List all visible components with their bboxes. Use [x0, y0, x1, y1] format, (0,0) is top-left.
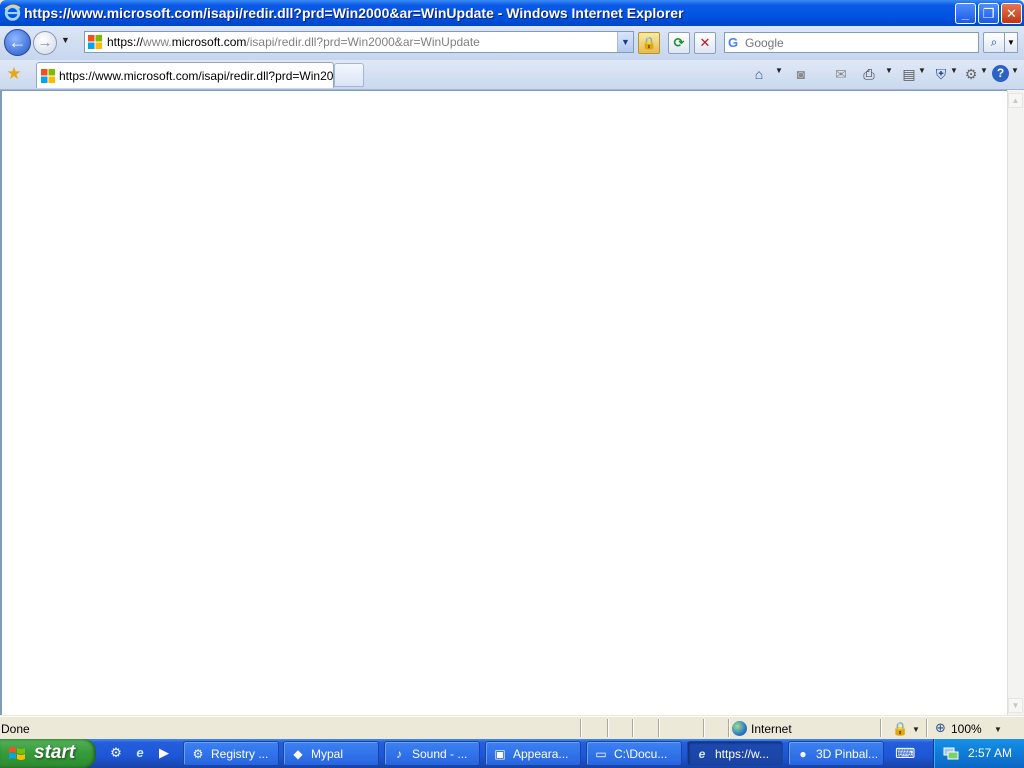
new-tab-button[interactable]: [334, 63, 364, 87]
print-dropdown[interactable]: ▼: [885, 66, 893, 75]
safety-dropdown[interactable]: ▼: [950, 66, 958, 75]
taskbar-button-mypal[interactable]: ◆ Mypal: [283, 741, 379, 766]
status-divider: [632, 719, 634, 737]
protected-mode-dropdown[interactable]: ▼: [912, 725, 920, 734]
mail-icon[interactable]: ✉: [832, 64, 850, 84]
refresh-button[interactable]: ⟳: [668, 32, 690, 54]
url-prefix: www.: [143, 35, 172, 49]
taskbar-button-pinball[interactable]: ● 3D Pinbal...: [788, 741, 884, 766]
keyboard-language-icon[interactable]: ⌨: [895, 744, 915, 762]
print-icon[interactable]: ⎙: [860, 64, 878, 84]
tab-active[interactable]: https://www.microsoft.com/isapi/redir.dl…: [36, 62, 343, 88]
scroll-down-button[interactable]: ▼: [1008, 698, 1023, 713]
status-text: Done: [1, 722, 30, 736]
search-options-dropdown[interactable]: ▼: [1005, 32, 1018, 53]
ie-icon: e: [698, 747, 706, 761]
vertical-scrollbar[interactable]: [1007, 90, 1024, 715]
ie-quicklaunch-icon[interactable]: e: [131, 744, 149, 762]
taskbar-button-ie[interactable]: e https://w...: [687, 741, 783, 766]
clock[interactable]: 2:57 AM: [968, 746, 1012, 760]
task-label: Registry ...: [211, 747, 269, 761]
tools-dropdown[interactable]: ▼: [980, 66, 988, 75]
home-icon[interactable]: ⌂: [750, 64, 768, 84]
status-divider: [607, 719, 609, 737]
status-divider: [703, 719, 705, 737]
zoom-level[interactable]: 100%: [951, 722, 982, 736]
appearance-icon: ▣: [494, 747, 506, 761]
google-logo-icon: G: [728, 35, 739, 50]
page-content[interactable]: [0, 90, 1007, 715]
help-icon[interactable]: ?: [992, 65, 1009, 82]
taskbar-button-sound[interactable]: ♪ Sound - ...: [384, 741, 480, 766]
folder-icon: ▭: [595, 747, 607, 761]
home-dropdown[interactable]: ▼: [775, 66, 783, 75]
address-dropdown-button[interactable]: ▼: [617, 32, 633, 52]
search-input[interactable]: [745, 34, 975, 51]
task-label: https://w...: [715, 747, 770, 761]
search-box[interactable]: G: [724, 32, 979, 53]
sound-icon: ♪: [396, 747, 402, 761]
taskbar-button-registry[interactable]: ⚙ Registry ...: [183, 741, 279, 766]
scroll-up-button[interactable]: ▲: [1008, 93, 1023, 108]
security-zone-label: Internet: [751, 722, 792, 736]
tools-icon[interactable]: ⚙: [962, 64, 980, 84]
start-label: start: [34, 742, 76, 763]
navigation-bar: ← → ▼ https://www.microsoft.com/isapi/re…: [0, 26, 1024, 60]
page-icon[interactable]: ▤: [900, 64, 918, 84]
recent-pages-dropdown[interactable]: ▼: [61, 35, 70, 45]
page-dropdown[interactable]: ▼: [918, 66, 926, 75]
address-bar[interactable]: https://www.microsoft.com/isapi/redir.dl…: [84, 31, 634, 53]
internet-zone-icon: [732, 721, 747, 736]
microsoft-logo-icon: [88, 35, 102, 49]
title-bar[interactable]: https://www.microsoft.com/isapi/redir.dl…: [0, 0, 1024, 26]
pinball-icon: ●: [799, 747, 807, 761]
network-tray-icon[interactable]: [943, 745, 959, 761]
status-divider: [728, 719, 730, 737]
favorites-star-icon[interactable]: ★: [4, 64, 24, 84]
tab-bar: ★ https://www.microsoft.com/isapi/redir.…: [0, 60, 1024, 90]
stop-button[interactable]: ✕: [694, 32, 716, 54]
taskbar-button-documents[interactable]: ▭ C:\Docu...: [586, 741, 682, 766]
task-label: Sound - ...: [412, 747, 468, 761]
registry-icon: ⚙: [192, 747, 204, 761]
back-button[interactable]: ←: [4, 29, 31, 56]
status-divider: [658, 719, 660, 737]
zoom-icon[interactable]: ⊕: [935, 720, 946, 736]
safety-icon[interactable]: ⛨: [932, 64, 950, 84]
search-button[interactable]: ⌕: [983, 32, 1005, 53]
minimize-button[interactable]: _: [955, 3, 976, 24]
protected-mode-icon[interactable]: 🔒: [892, 721, 908, 737]
start-button[interactable]: start: [0, 739, 96, 768]
task-label: C:\Docu...: [614, 747, 668, 761]
close-button[interactable]: ✕: [1001, 3, 1022, 24]
media-player-icon[interactable]: ▶: [155, 744, 173, 762]
url-domain: microsoft.com: [171, 35, 247, 49]
feeds-icon[interactable]: ◙: [792, 64, 810, 84]
task-label: Appeara...: [513, 747, 569, 761]
status-divider: [580, 719, 582, 737]
task-label: Mypal: [311, 747, 344, 761]
forward-button[interactable]: →: [33, 31, 57, 55]
zoom-dropdown[interactable]: ▼: [994, 725, 1002, 734]
status-divider: [880, 719, 882, 737]
window-title: https://www.microsoft.com/isapi/redir.dl…: [24, 5, 684, 21]
mypal-icon: ◆: [293, 747, 303, 761]
status-divider: [926, 719, 928, 737]
taskbar-button-appearance[interactable]: ▣ Appeara...: [485, 741, 581, 766]
taskbar: start ⚙ e ▶ ⚙ Registry ... ◆ Mypal ♪ Sou…: [0, 739, 1024, 768]
url-path: /isapi/redir.dll?prd=Win2000&ar=WinUpdat…: [246, 35, 480, 49]
tab-label: https://www.microsoft.com/isapi/redir.dl…: [59, 69, 344, 83]
task-label: 3D Pinbal...: [816, 747, 879, 761]
url-scheme: https://: [107, 35, 144, 49]
microsoft-logo-icon: [41, 69, 55, 83]
restore-button[interactable]: ❐: [978, 3, 999, 24]
status-bar: Done Internet 🔒 ▼ ⊕ 100% ▼: [0, 716, 1024, 739]
windows-flag-icon: [9, 747, 25, 760]
windows-update-icon[interactable]: ⚙: [107, 744, 125, 762]
system-tray: 2:57 AM: [933, 739, 1024, 768]
help-dropdown[interactable]: ▼: [1011, 66, 1019, 75]
security-lock-icon[interactable]: 🔒: [638, 32, 660, 54]
ie-icon: [4, 4, 21, 21]
address-url[interactable]: https://www.microsoft.com/isapi/redir.dl…: [107, 35, 480, 49]
